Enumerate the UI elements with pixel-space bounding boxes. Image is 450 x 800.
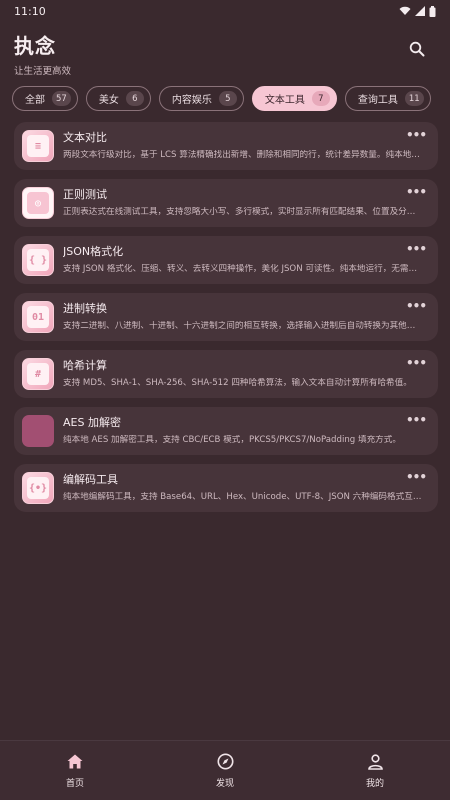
tool-card-text-compare[interactable]: ≡ 文本对比 两段文本行级对比，基于 LCS 算法精确找出新增、删除和相同的行，… bbox=[14, 122, 438, 170]
tool-title: 正则测试 bbox=[63, 188, 107, 201]
chip-label: 美女 bbox=[98, 95, 119, 106]
hash-icon: # bbox=[22, 358, 54, 390]
chip-label: 内容娱乐 bbox=[171, 95, 212, 106]
signal-icon bbox=[415, 6, 425, 16]
tool-title: 编解码工具 bbox=[63, 473, 118, 486]
chip-count: 5 bbox=[218, 91, 237, 106]
tool-title: AES 加解密 bbox=[63, 416, 121, 429]
code-icon: {•} bbox=[22, 472, 54, 504]
tool-list: ≡ 文本对比 两段文本行级对比，基于 LCS 算法精确找出新增、删除和相同的行，… bbox=[14, 122, 438, 521]
app-header: 执念 让生活更高效 bbox=[14, 30, 436, 77]
chip-text-tools[interactable]: 文本工具 7 bbox=[251, 86, 337, 111]
binary-icon: 01 bbox=[22, 301, 54, 333]
tool-title: JSON格式化 bbox=[63, 245, 124, 258]
chip-label: 查询工具 bbox=[357, 95, 398, 106]
app-subtitle: 让生活更高效 bbox=[14, 66, 72, 77]
nav-discover[interactable]: 发现 bbox=[175, 753, 275, 789]
status-time: 11:10 bbox=[14, 4, 46, 18]
tool-description: 支持二进制、八进制、十进制、十六进制之间的相互转换，选择输入进制后自动转换为其他… bbox=[63, 321, 423, 331]
tool-description: 纯本地编解码工具，支持 Base64、URL、Hex、Unicode、UTF-8… bbox=[63, 492, 423, 502]
more-options-button[interactable]: ••• bbox=[406, 414, 427, 426]
more-options-button[interactable]: ••• bbox=[406, 357, 427, 369]
more-options-button[interactable]: ••• bbox=[406, 243, 427, 255]
more-options-button[interactable]: ••• bbox=[406, 300, 427, 312]
tool-card-regex-test[interactable]: ◎ 正则测试 正则表达式在线测试工具，支持忽略大小写、多行模式，实时显示所有匹配… bbox=[14, 179, 438, 227]
home-icon bbox=[66, 753, 84, 771]
more-options-button[interactable]: ••• bbox=[406, 471, 427, 483]
regex-icon: ◎ bbox=[22, 187, 54, 219]
tool-card-json-format[interactable]: { } JSON格式化 支持 JSON 格式化、压缩、转义、去转义四种操作，美化… bbox=[14, 236, 438, 284]
status-bar: 11:10 bbox=[0, 0, 450, 22]
tool-description: 支持 JSON 格式化、压缩、转义、去转义四种操作，美化 JSON 可读性。纯本… bbox=[63, 264, 423, 274]
category-chips: 全部 57 美女 6 内容娱乐 5 文本工具 7 查询工具 11 bbox=[12, 86, 450, 112]
person-icon bbox=[366, 753, 384, 771]
chip-count: 7 bbox=[311, 91, 330, 106]
chip-entertainment[interactable]: 内容娱乐 5 bbox=[158, 86, 244, 111]
tool-title: 进制转换 bbox=[63, 302, 107, 315]
nav-home[interactable]: 首页 bbox=[25, 753, 125, 789]
chip-query-tools[interactable]: 查询工具 11 bbox=[344, 86, 431, 111]
search-icon bbox=[409, 41, 425, 57]
tool-card-codec[interactable]: {•} 编解码工具 纯本地编解码工具，支持 Base64、URL、Hex、Uni… bbox=[14, 464, 438, 512]
compare-icon: ≡ bbox=[22, 130, 54, 162]
nav-label: 我的 bbox=[365, 778, 384, 789]
nav-label: 发现 bbox=[215, 778, 234, 789]
tool-card-hash[interactable]: # 哈希计算 支持 MD5、SHA-1、SHA-256、SHA-512 四种哈希… bbox=[14, 350, 438, 398]
nav-label: 首页 bbox=[65, 778, 84, 789]
compass-icon bbox=[216, 753, 234, 771]
tool-description: 纯本地 AES 加解密工具，支持 CBC/ECB 模式，PKCS5/PKCS7/… bbox=[63, 435, 401, 445]
more-options-button[interactable]: ••• bbox=[406, 129, 427, 141]
braces-icon: { } bbox=[22, 244, 54, 276]
wifi-icon bbox=[399, 6, 411, 15]
nav-profile[interactable]: 我的 bbox=[325, 753, 425, 789]
tool-description: 两段文本行级对比，基于 LCS 算法精确找出新增、删除和相同的行，统计差异数量。… bbox=[63, 150, 423, 160]
tool-description: 支持 MD5、SHA-1、SHA-256、SHA-512 四种哈希算法，输入文本… bbox=[63, 378, 412, 388]
tool-description: 正则表达式在线测试工具，支持忽略大小写、多行模式，实时显示所有匹配结果、位置及分… bbox=[63, 207, 423, 217]
tool-card-aes[interactable]: AES 加解密 纯本地 AES 加解密工具，支持 CBC/ECB 模式，PKCS… bbox=[14, 407, 438, 455]
lock-icon bbox=[22, 415, 54, 447]
chip-label: 全部 bbox=[25, 95, 45, 106]
chip-count: 57 bbox=[52, 91, 71, 106]
app-title: 执念 bbox=[14, 34, 56, 58]
tool-title: 哈希计算 bbox=[63, 359, 107, 372]
chip-all[interactable]: 全部 57 bbox=[12, 86, 78, 111]
bottom-nav: 首页 发现 我的 bbox=[0, 740, 450, 800]
tool-card-base-convert[interactable]: 01 进制转换 支持二进制、八进制、十进制、十六进制之间的相互转换，选择输入进制… bbox=[14, 293, 438, 341]
status-icons bbox=[399, 5, 436, 17]
battery-icon bbox=[429, 5, 436, 17]
tool-title: 文本对比 bbox=[63, 131, 107, 144]
search-button[interactable] bbox=[406, 38, 428, 60]
chip-count: 11 bbox=[404, 91, 424, 106]
chip-beauty[interactable]: 美女 6 bbox=[85, 86, 151, 111]
chip-label: 文本工具 bbox=[264, 95, 305, 106]
more-options-button[interactable]: ••• bbox=[406, 186, 427, 198]
chip-count: 6 bbox=[125, 91, 144, 106]
